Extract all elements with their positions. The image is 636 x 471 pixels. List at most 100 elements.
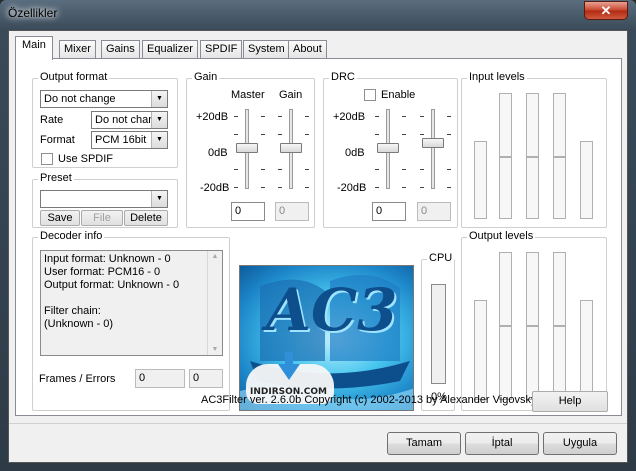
download-arrow-icon bbox=[278, 352, 300, 380]
decoder-info-scrollbar[interactable]: ▲ ▼ bbox=[207, 251, 222, 355]
tick-mark bbox=[375, 169, 379, 170]
input-level-meter bbox=[553, 157, 566, 219]
gain-value-field[interactable]: 0 bbox=[275, 202, 309, 221]
tick-mark bbox=[447, 187, 451, 188]
drc-slider-2-track[interactable] bbox=[431, 109, 435, 189]
ok-button[interactable]: Tamam bbox=[387, 432, 461, 455]
tab-spdif[interactable]: SPDIF bbox=[200, 40, 243, 59]
errors-value-field: 0 bbox=[189, 369, 223, 388]
cpu-meter bbox=[431, 284, 446, 384]
file-button[interactable]: File bbox=[81, 210, 123, 226]
tab-main[interactable]: Main bbox=[15, 36, 53, 60]
decoder-info-lines: Input format: Unknown - 0 User format: P… bbox=[44, 253, 179, 331]
cancel-button[interactable]: İptal bbox=[465, 432, 539, 455]
tick-mark bbox=[305, 169, 309, 170]
format-select[interactable]: PCM 16bit ▼ bbox=[91, 131, 168, 149]
gain-group-label: Gain bbox=[192, 71, 220, 83]
tab-system[interactable]: System bbox=[243, 40, 290, 59]
frames-value-field: 0 bbox=[135, 369, 185, 388]
master-label: Master bbox=[231, 89, 265, 101]
input-level-meter bbox=[499, 157, 512, 219]
tick-mark bbox=[402, 169, 406, 170]
frames-errors-label: Frames / Errors bbox=[39, 373, 116, 385]
tick-mark bbox=[261, 134, 265, 135]
gain-slider-thumb[interactable] bbox=[280, 143, 302, 153]
tick-mark bbox=[278, 116, 282, 117]
close-button[interactable]: ✕ bbox=[584, 1, 628, 20]
tick-mark bbox=[420, 116, 424, 117]
output-level-meter bbox=[580, 300, 593, 400]
output-format-group: Output format Do not change ▼ Rate Do no… bbox=[32, 71, 178, 168]
preset-select[interactable]: ▼ bbox=[40, 190, 168, 208]
decoder-info-line: Filter chain: bbox=[44, 305, 101, 317]
output-level-meter bbox=[526, 326, 539, 400]
tick-mark bbox=[261, 187, 265, 188]
format-value: PCM 16bit bbox=[95, 134, 147, 146]
use-spdif-checkbox[interactable] bbox=[41, 153, 53, 165]
decoder-info-textbox[interactable]: Input format: Unknown - 0 User format: P… bbox=[40, 250, 223, 356]
drc-scale-mid: 0dB bbox=[345, 147, 365, 159]
tab-equalizer[interactable]: Equalizer bbox=[142, 40, 198, 59]
drc-value-field-2[interactable]: 0 bbox=[417, 202, 451, 221]
master-value-field[interactable]: 0 bbox=[231, 202, 265, 221]
rate-select[interactable]: Do not char ▼ bbox=[91, 111, 168, 129]
tick-mark bbox=[420, 169, 424, 170]
output-level-meter bbox=[499, 326, 512, 400]
scroll-up-icon[interactable]: ▲ bbox=[208, 253, 222, 260]
preset-label: Preset bbox=[38, 172, 74, 184]
output-level-meter bbox=[553, 326, 566, 400]
output-level-meter bbox=[499, 252, 512, 326]
scroll-down-icon[interactable]: ▼ bbox=[208, 346, 222, 353]
drc-enable-label: Enable bbox=[381, 89, 416, 101]
tick-mark bbox=[305, 187, 309, 188]
cpu-label: CPU bbox=[427, 252, 455, 264]
drc-slider-1-thumb[interactable] bbox=[377, 143, 399, 153]
decoder-info-group: Decoder info Input format: Unknown - 0 U… bbox=[32, 230, 230, 411]
tab-gains[interactable]: Gains bbox=[101, 40, 140, 59]
drc-slider-2-thumb[interactable] bbox=[422, 138, 444, 148]
tick-mark bbox=[402, 187, 406, 188]
rate-value: Do not char bbox=[95, 114, 152, 126]
tick-mark bbox=[278, 169, 282, 170]
input-level-meter bbox=[526, 157, 539, 219]
input-levels-group: Input levels bbox=[461, 71, 607, 228]
tick-mark bbox=[261, 116, 265, 117]
footer-divider bbox=[9, 423, 627, 424]
input-level-meter bbox=[499, 93, 512, 157]
cpu-group: CPU 0% bbox=[421, 252, 455, 411]
delete-button[interactable]: Delete bbox=[124, 210, 168, 226]
drc-scale-bottom: -20dB bbox=[337, 182, 367, 194]
decoder-info-line: Input format: Unknown - 0 bbox=[44, 253, 171, 265]
tab-about[interactable]: About bbox=[288, 40, 327, 59]
input-level-meter bbox=[474, 141, 487, 219]
properties-window: Özellikler ✕ Main Mixer Gains Equalizer … bbox=[0, 0, 636, 471]
decoder-info-line: Output format: Unknown - 0 bbox=[44, 279, 180, 291]
drc-value-field-1[interactable]: 0 bbox=[372, 202, 406, 221]
tick-mark bbox=[234, 116, 238, 117]
tick-mark bbox=[278, 187, 282, 188]
apply-button[interactable]: Uygula bbox=[543, 432, 617, 455]
help-button[interactable]: Help bbox=[532, 391, 608, 412]
output-level-meter bbox=[553, 252, 566, 326]
input-level-meter bbox=[553, 93, 566, 157]
tick-mark bbox=[305, 116, 309, 117]
dialog-client-area: Main Mixer Gains Equalizer SPDIF System … bbox=[8, 30, 628, 463]
decoder-info-line: User format: PCM16 - 0 bbox=[44, 266, 161, 278]
title-bar[interactable]: Özellikler ✕ bbox=[0, 0, 636, 28]
drc-group-label: DRC bbox=[329, 71, 357, 83]
output-levels-label: Output levels bbox=[467, 230, 536, 242]
output-format-select[interactable]: Do not change ▼ bbox=[40, 90, 168, 108]
tick-mark bbox=[305, 134, 309, 135]
tick-mark bbox=[402, 134, 406, 135]
gain-scale-top: +20dB bbox=[196, 111, 229, 123]
chevron-down-icon: ▼ bbox=[151, 191, 167, 207]
drc-scale-top: +20dB bbox=[333, 111, 366, 123]
save-button[interactable]: Save bbox=[40, 210, 80, 226]
version-text: AC3Filter ver. 2.6.0b Copyright (c) 2002… bbox=[201, 394, 537, 406]
ac3filter-logo-image: AC3 INDIRSON.COM bbox=[239, 265, 414, 411]
tab-mixer[interactable]: Mixer bbox=[59, 40, 96, 59]
decoder-info-line bbox=[44, 292, 179, 305]
master-slider-thumb[interactable] bbox=[236, 143, 258, 153]
input-levels-label: Input levels bbox=[467, 71, 527, 83]
drc-enable-checkbox[interactable] bbox=[364, 89, 376, 101]
